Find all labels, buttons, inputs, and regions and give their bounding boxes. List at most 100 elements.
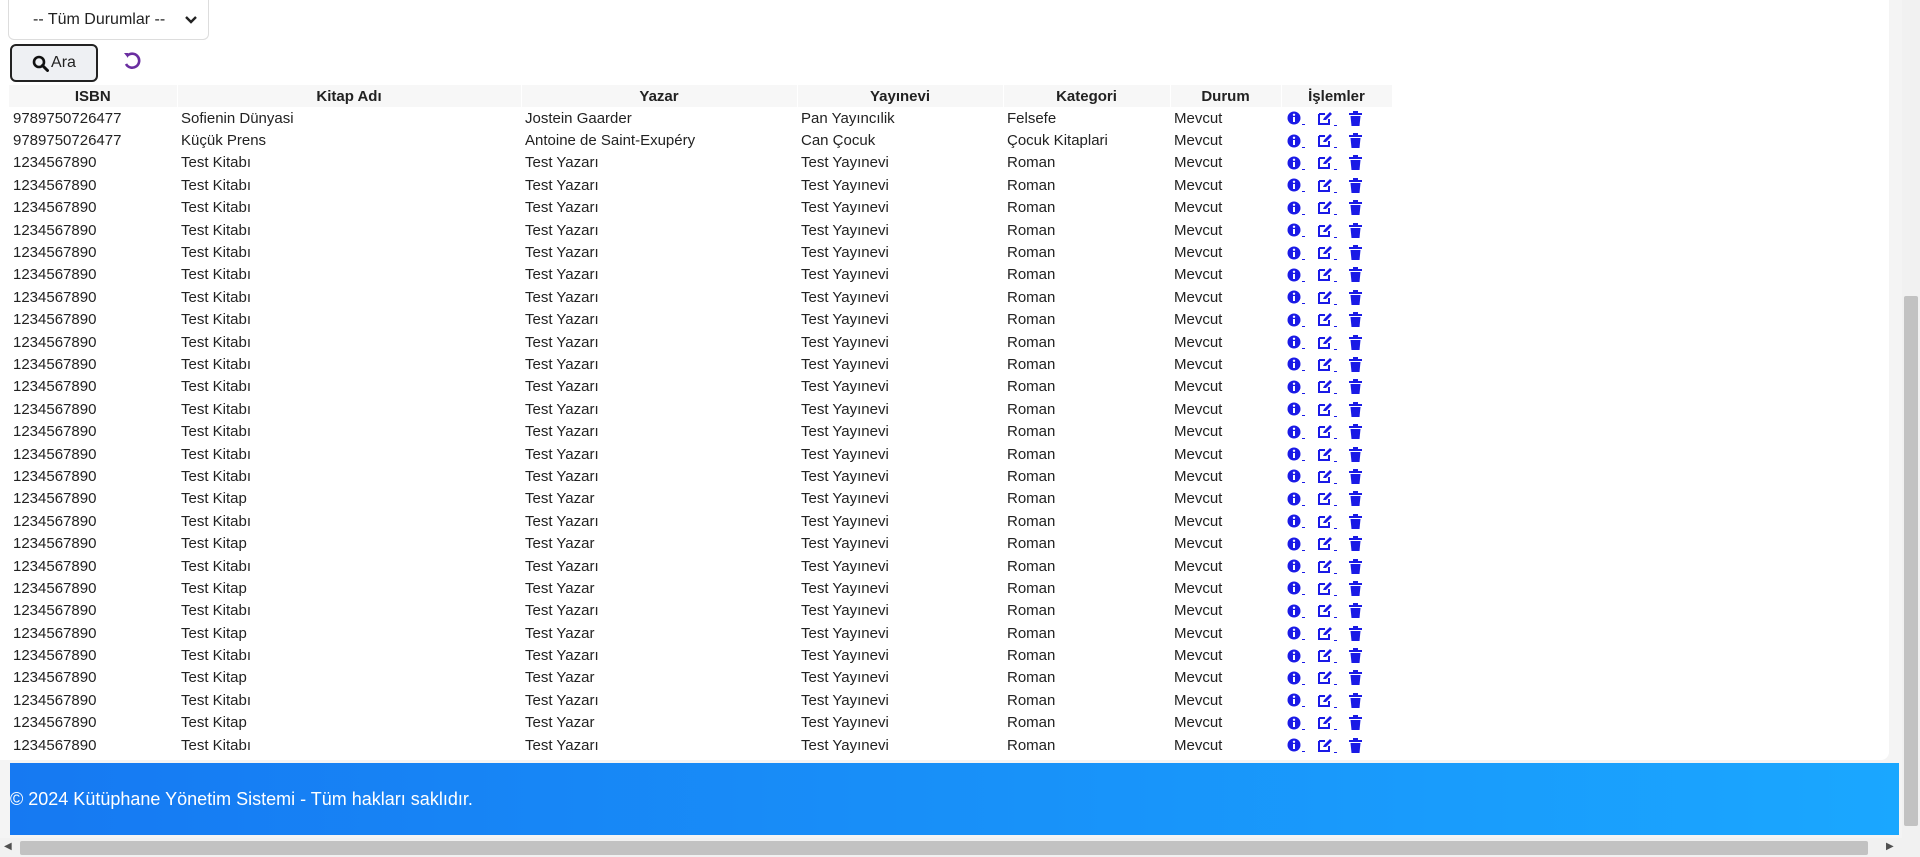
title-cell: Test Kitap — [181, 579, 247, 597]
edit-icon[interactable] — [1317, 200, 1337, 216]
info-icon[interactable] — [1287, 178, 1305, 193]
edit-icon[interactable] — [1317, 491, 1337, 507]
edit-icon[interactable] — [1317, 514, 1337, 529]
info-icon[interactable] — [1287, 335, 1305, 350]
edit-icon[interactable] — [1317, 133, 1337, 149]
edit-icon[interactable] — [1317, 245, 1337, 261]
trash-icon[interactable] — [1349, 424, 1362, 440]
edit-icon[interactable] — [1317, 536, 1337, 552]
info-icon[interactable] — [1287, 156, 1305, 170]
trash-icon[interactable] — [1349, 401, 1362, 417]
trash-icon[interactable] — [1349, 625, 1362, 641]
title-cell: Test Kitap — [181, 669, 247, 687]
info-icon[interactable] — [1287, 290, 1305, 305]
edit-icon[interactable] — [1317, 335, 1337, 350]
info-icon[interactable] — [1287, 246, 1305, 260]
info-icon[interactable] — [1287, 425, 1305, 439]
edit-icon[interactable] — [1317, 738, 1337, 753]
edit-icon[interactable] — [1317, 178, 1337, 193]
edit-icon[interactable] — [1317, 223, 1337, 238]
edit-icon[interactable] — [1317, 581, 1337, 596]
info-icon[interactable] — [1287, 111, 1305, 126]
search-button[interactable]: Ara — [10, 44, 98, 82]
info-icon[interactable] — [1287, 671, 1305, 685]
info-icon[interactable] — [1287, 537, 1305, 551]
trash-icon[interactable] — [1349, 558, 1362, 574]
trash-icon[interactable] — [1349, 580, 1362, 596]
edit-icon[interactable] — [1317, 357, 1337, 372]
info-icon[interactable] — [1287, 492, 1305, 506]
info-icon[interactable] — [1287, 201, 1305, 215]
trash-icon[interactable] — [1349, 468, 1362, 484]
vertical-scrollbar-thumb[interactable] — [1904, 296, 1918, 826]
info-icon[interactable] — [1287, 626, 1305, 641]
trash-icon[interactable] — [1349, 155, 1362, 171]
edit-icon[interactable] — [1317, 626, 1337, 641]
trash-icon[interactable] — [1349, 692, 1362, 708]
edit-icon[interactable] — [1317, 447, 1337, 462]
info-icon[interactable] — [1287, 357, 1305, 372]
trash-icon[interactable] — [1349, 110, 1362, 126]
info-icon[interactable] — [1287, 268, 1305, 282]
category-cell: Roman — [1007, 512, 1056, 530]
trash-icon[interactable] — [1349, 648, 1362, 664]
trash-icon[interactable] — [1349, 379, 1362, 395]
info-icon[interactable] — [1287, 514, 1305, 529]
info-icon[interactable] — [1287, 402, 1305, 417]
status-filter-select[interactable]: -- Tüm Durumlar -- — [8, 0, 209, 40]
trash-icon[interactable] — [1349, 267, 1362, 283]
trash-icon[interactable] — [1349, 446, 1362, 462]
info-icon[interactable] — [1287, 693, 1305, 708]
scroll-left-arrow-icon[interactable]: ◀ — [4, 841, 12, 852]
edit-icon[interactable] — [1317, 469, 1337, 484]
info-icon[interactable] — [1287, 738, 1305, 753]
scroll-right-arrow-icon[interactable]: ▶ — [1886, 841, 1894, 852]
edit-icon[interactable] — [1317, 670, 1337, 686]
info-icon[interactable] — [1287, 134, 1305, 148]
edit-icon[interactable] — [1317, 603, 1337, 619]
trash-icon[interactable] — [1349, 491, 1362, 507]
edit-icon[interactable] — [1317, 267, 1337, 283]
edit-icon[interactable] — [1317, 290, 1337, 305]
edit-icon[interactable] — [1317, 379, 1337, 395]
info-icon[interactable] — [1287, 447, 1305, 462]
edit-icon[interactable] — [1317, 648, 1337, 664]
trash-icon[interactable] — [1349, 670, 1362, 686]
trash-icon[interactable] — [1349, 245, 1362, 261]
info-icon[interactable] — [1287, 223, 1305, 238]
info-icon[interactable] — [1287, 559, 1305, 573]
info-icon[interactable] — [1287, 469, 1305, 484]
edit-icon[interactable] — [1317, 424, 1337, 440]
info-icon[interactable] — [1287, 649, 1305, 663]
info-icon[interactable] — [1287, 313, 1305, 327]
trash-icon[interactable] — [1349, 289, 1362, 305]
trash-icon[interactable] — [1349, 715, 1362, 731]
reset-icon[interactable] — [121, 50, 143, 72]
trash-icon[interactable] — [1349, 536, 1362, 552]
info-icon[interactable] — [1287, 581, 1305, 596]
author-cell: Test Yazarı — [525, 221, 599, 239]
trash-icon[interactable] — [1349, 177, 1362, 193]
horizontal-scrollbar-thumb[interactable] — [20, 841, 1868, 855]
edit-icon[interactable] — [1317, 693, 1337, 708]
info-icon[interactable] — [1287, 716, 1305, 730]
edit-icon[interactable] — [1317, 111, 1337, 126]
trash-icon[interactable] — [1349, 312, 1362, 328]
trash-icon[interactable] — [1349, 222, 1362, 238]
edit-icon[interactable] — [1317, 155, 1337, 171]
edit-icon[interactable] — [1317, 312, 1337, 328]
info-icon[interactable] — [1287, 380, 1305, 394]
trash-icon[interactable] — [1349, 603, 1362, 619]
edit-icon[interactable] — [1317, 559, 1337, 574]
trash-icon[interactable] — [1349, 200, 1362, 216]
trash-icon[interactable] — [1349, 133, 1362, 149]
trash-icon[interactable] — [1349, 737, 1362, 753]
trash-icon[interactable] — [1349, 356, 1362, 372]
edit-icon[interactable] — [1317, 715, 1337, 731]
trash-icon[interactable] — [1349, 513, 1362, 529]
author-cell: Test Yazar — [525, 535, 595, 553]
info-icon[interactable] — [1287, 604, 1305, 618]
main-content: -- Tüm Durumlar -- Ara ISBN Kitap Adı Yaza… — [0, 0, 1889, 760]
edit-icon[interactable] — [1317, 402, 1337, 417]
trash-icon[interactable] — [1349, 334, 1362, 350]
